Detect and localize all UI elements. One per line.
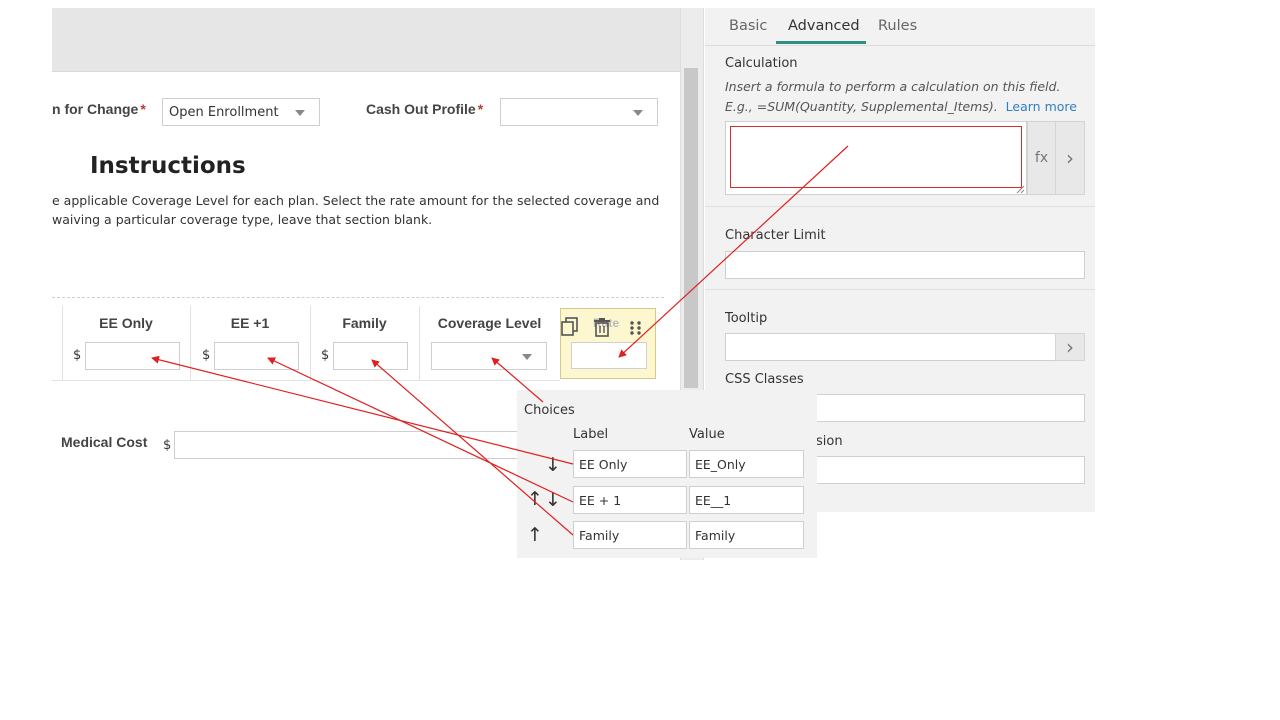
choice-label-input[interactable]: Family bbox=[573, 521, 687, 549]
move-up-icon[interactable]: ↑ bbox=[527, 490, 543, 509]
reason-for-change-label: n for Change * bbox=[52, 101, 146, 117]
choice-label-input[interactable]: EE + 1 bbox=[573, 486, 687, 514]
cash-out-select[interactable] bbox=[500, 98, 658, 126]
currency-symbol: $ bbox=[163, 438, 172, 453]
tooltip-title: Tooltip bbox=[725, 311, 768, 326]
ee-plus-1-amount-input[interactable] bbox=[214, 342, 299, 370]
col-header-ee-plus-1: EE +1 bbox=[230, 315, 270, 331]
col-header-ee-only: EE Only bbox=[99, 315, 153, 331]
tooltip-input[interactable] bbox=[725, 333, 1056, 361]
move-up-icon[interactable]: ↑ bbox=[527, 526, 543, 545]
tooltip-expand-button[interactable]: › bbox=[1055, 333, 1085, 361]
reason-select-value: Open Enrollment bbox=[169, 105, 279, 120]
calculation-expand-button[interactable]: › bbox=[1055, 121, 1085, 195]
choices-popup: Choices Label Value ↓ EE Only EE_Only ↑ … bbox=[517, 390, 817, 558]
currency-symbol: $ bbox=[321, 348, 330, 363]
family-amount-input[interactable] bbox=[333, 342, 408, 370]
properties-tab-bar: Basic Advanced Rules bbox=[705, 8, 1095, 46]
trash-icon[interactable] bbox=[593, 318, 611, 338]
reason-select[interactable]: Open Enrollment bbox=[162, 98, 320, 126]
coverage-level-select[interactable] bbox=[431, 342, 547, 370]
active-tab-indicator bbox=[776, 41, 866, 44]
section-divider bbox=[705, 289, 1095, 290]
grid-line bbox=[52, 380, 560, 381]
drag-handle-icon[interactable] bbox=[629, 320, 643, 336]
formula-editor bbox=[725, 121, 1027, 195]
formula-textarea[interactable] bbox=[730, 126, 1022, 188]
calculation-title: Calculation bbox=[725, 56, 798, 71]
currency-symbol: $ bbox=[73, 348, 82, 363]
fx-button[interactable]: fx bbox=[1027, 121, 1056, 195]
section-divider bbox=[705, 206, 1095, 207]
choice-value-input[interactable]: Family bbox=[689, 521, 804, 549]
choices-value-header: Value bbox=[689, 427, 725, 442]
choices-title: Choices bbox=[524, 403, 575, 418]
copy-icon[interactable] bbox=[561, 317, 579, 337]
section-divider bbox=[52, 297, 664, 298]
col-header-coverage-level: Coverage Level bbox=[437, 315, 542, 331]
form-scrollbar-thumb[interactable] bbox=[684, 68, 698, 388]
choice-value-input[interactable]: EE__1 bbox=[689, 486, 804, 514]
instructions-text-line-1: e applicable Coverage Level for each pla… bbox=[52, 193, 660, 208]
ee-only-amount-input[interactable] bbox=[85, 342, 180, 370]
choices-label-header: Label bbox=[573, 427, 609, 442]
rate-field-selected[interactable]: Rate bbox=[560, 308, 656, 379]
instructions-title: Instructions bbox=[90, 153, 246, 179]
chevron-down-icon bbox=[633, 110, 643, 116]
move-down-icon[interactable]: ↓ bbox=[545, 491, 561, 510]
chevron-down-icon bbox=[522, 354, 532, 360]
choice-value-input[interactable]: EE_Only bbox=[689, 450, 804, 478]
required-mark: * bbox=[477, 101, 484, 117]
reason-label-text: n for Change bbox=[52, 101, 139, 117]
rate-input[interactable] bbox=[571, 342, 647, 369]
col-header-family: Family bbox=[342, 315, 387, 331]
cash-out-label-text: Cash Out Profile bbox=[366, 101, 476, 117]
session-title-suffix: sion bbox=[816, 434, 843, 449]
character-limit-title: Character Limit bbox=[725, 228, 826, 243]
resize-handle-icon[interactable] bbox=[1016, 185, 1025, 194]
tab-basic[interactable]: Basic bbox=[729, 18, 767, 34]
field-toolbar bbox=[561, 313, 655, 337]
move-down-icon[interactable]: ↓ bbox=[545, 456, 561, 475]
learn-more-link[interactable]: Learn more bbox=[1006, 99, 1077, 114]
medical-cost-label: Medical Cost bbox=[61, 434, 148, 450]
form-header-band bbox=[52, 8, 680, 72]
cash-out-profile-label: Cash Out Profile * bbox=[366, 101, 483, 117]
required-mark: * bbox=[140, 101, 146, 117]
instructions-text-line-2: waiving a particular coverage type, leav… bbox=[52, 212, 433, 227]
chevron-down-icon bbox=[295, 110, 305, 116]
calculation-hint-example: E.g., =SUM(Quantity, Supplemental_Items)… bbox=[725, 99, 998, 114]
tab-advanced[interactable]: Advanced bbox=[788, 18, 860, 34]
calculation-hint-line-1: Insert a formula to perform a calculatio… bbox=[725, 79, 1061, 94]
currency-symbol: $ bbox=[202, 348, 211, 363]
tab-rules[interactable]: Rules bbox=[878, 18, 917, 34]
choice-label-input[interactable]: EE Only bbox=[573, 450, 687, 478]
character-limit-input[interactable] bbox=[725, 251, 1085, 279]
calculation-hint-line-2: E.g., =SUM(Quantity, Supplemental_Items)… bbox=[725, 99, 1077, 114]
css-classes-title: CSS Classes bbox=[725, 372, 804, 387]
